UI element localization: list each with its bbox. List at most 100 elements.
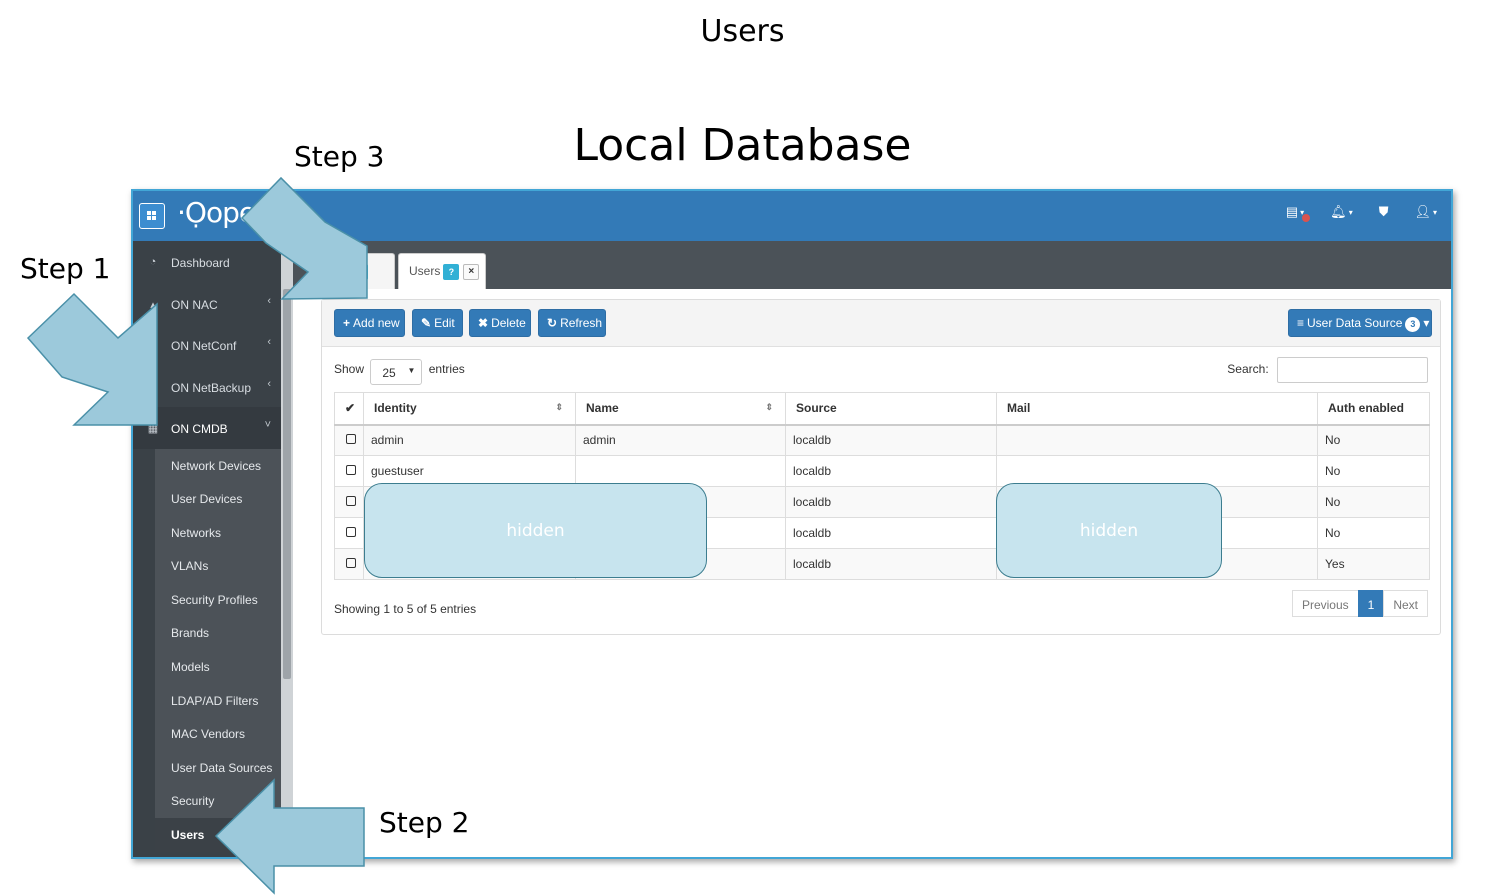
source-count-badge: 3 bbox=[1405, 317, 1421, 332]
tab-previous[interactable]: l? bbox=[335, 253, 395, 289]
refresh-icon: ↻ bbox=[547, 316, 558, 330]
sidebar-item-on-nac[interactable]: ▴ ON NAC ‹ bbox=[133, 283, 281, 325]
page-1-button[interactable]: 1 bbox=[1357, 590, 1385, 617]
plus-icon: + bbox=[343, 316, 351, 330]
sidebar-item-on-netbackup[interactable]: ▥ ON NetBackup ‹ bbox=[133, 366, 281, 408]
column-header-mail[interactable]: Mail bbox=[996, 392, 1318, 426]
submenu-item-brands[interactable]: Brands bbox=[155, 616, 281, 650]
row-select-cell bbox=[334, 455, 364, 487]
sidebar-item-on-netconf[interactable]: ▤ ON NetConf ‹ bbox=[133, 324, 281, 366]
tab-label: l bbox=[346, 264, 349, 279]
sidebar-scrollbar[interactable] bbox=[281, 241, 293, 857]
submenu-item-ldap-ad-filters[interactable]: LDAP/AD Filters bbox=[155, 684, 281, 718]
submenu-item-users[interactable]: Users bbox=[155, 818, 281, 852]
header-label: Name bbox=[586, 401, 619, 416]
slide-subtitle: Local Database bbox=[573, 120, 912, 171]
redaction-box-mail: hidden bbox=[996, 483, 1222, 578]
scrollbar-thumb[interactable] bbox=[283, 289, 291, 679]
graduation-cap-icon: ▴ bbox=[150, 298, 156, 311]
row-checkbox[interactable] bbox=[346, 465, 356, 475]
delete-button[interactable]: ✖ Delete bbox=[469, 309, 531, 337]
column-header-auth-enabled[interactable]: Auth enabled bbox=[1317, 392, 1430, 426]
submenu-item-user-data-sources[interactable]: User Data Sources bbox=[155, 751, 281, 785]
server-icon: ▤ bbox=[147, 340, 159, 352]
select-all-checkbox-header[interactable]: ✔ bbox=[334, 392, 364, 426]
previous-page-button[interactable]: Previous bbox=[1291, 590, 1359, 617]
cell-auth: No bbox=[1317, 424, 1430, 456]
sidebar-item-on-cmdb[interactable]: ▦ ON CMDB ˅ bbox=[133, 407, 281, 449]
database-icon: ≡ bbox=[1297, 316, 1305, 330]
submenu-item-mac-vendors[interactable]: MAC Vendors bbox=[155, 717, 281, 751]
user-data-source-button[interactable]: ≡ User Data Source 3 ▾ bbox=[1288, 309, 1432, 337]
submenu-item-models[interactable]: Models bbox=[155, 650, 281, 684]
row-checkbox[interactable] bbox=[346, 496, 356, 506]
search-control: Search: bbox=[1227, 357, 1428, 383]
refresh-button[interactable]: ↻ Refresh bbox=[538, 309, 606, 337]
top-navbar: ·Ọope ▤ ▾ 🔔︎ ▾ ⛊ 👤︎ ▾ bbox=[133, 191, 1451, 241]
table-row[interactable]: admin admin localdb No bbox=[334, 424, 1430, 456]
cell-auth: No bbox=[1317, 486, 1430, 518]
app-window: ·Ọope ▤ ▾ 🔔︎ ▾ ⛊ 👤︎ ▾ ◔ Dashboard ▴ ON NAC ‹ ▤ ON… bbox=[131, 189, 1453, 859]
button-label: Delete bbox=[491, 316, 526, 330]
slide: Users Local Database ·Ọope ▤ ▾ 🔔︎ ▾ ⛊ 👤︎ ▾ … bbox=[0, 0, 1485, 896]
cell-identity: admin bbox=[363, 424, 576, 456]
submenu-item-vlans[interactable]: VLANs bbox=[155, 549, 281, 583]
page-size-control: Show 25 ▼ entries bbox=[334, 357, 465, 385]
column-header-source[interactable]: Source bbox=[785, 392, 997, 426]
next-page-button[interactable]: Next bbox=[1383, 590, 1428, 617]
tab-label: Users bbox=[409, 264, 441, 279]
help-icon[interactable]: ? bbox=[443, 264, 460, 280]
cell-source: localdb bbox=[785, 548, 997, 580]
sidebar-item-label: ON NetConf bbox=[171, 339, 237, 353]
cell-auth: No bbox=[1317, 517, 1430, 549]
close-tab-icon[interactable]: × bbox=[463, 264, 480, 280]
table-summary: Showing 1 to 5 of 5 entries bbox=[334, 602, 477, 616]
shield-icon[interactable]: ⛊ bbox=[1379, 204, 1389, 220]
bell-icon[interactable]: 🔔︎ ▾ bbox=[1330, 204, 1353, 220]
entries-label: entries bbox=[428, 362, 465, 377]
add-new-button[interactable]: + Add new bbox=[334, 309, 405, 337]
sidebar-item-label: ON NetBackup bbox=[171, 380, 252, 395]
cell-source: localdb bbox=[785, 486, 997, 518]
tab-users[interactable]: Users? × bbox=[398, 253, 486, 289]
pagination: Previous 1 Next bbox=[1291, 590, 1428, 617]
row-checkbox[interactable] bbox=[346, 527, 356, 537]
submenu-item-network-devices[interactable]: Network Devices bbox=[155, 449, 281, 483]
column-header-name[interactable]: Name ⇕ bbox=[575, 392, 786, 426]
submenu-item-security-profiles[interactable]: Security Profiles bbox=[155, 583, 281, 617]
column-header-identity[interactable]: Identity ⇕ bbox=[363, 392, 576, 426]
notification-dot bbox=[1301, 214, 1310, 222]
sidebar-item-dashboard[interactable]: ◔ Dashboard bbox=[133, 241, 281, 283]
apps-grid-icon[interactable] bbox=[139, 203, 165, 229]
help-icon[interactable]: ? bbox=[351, 264, 368, 280]
row-checkbox[interactable] bbox=[346, 434, 356, 445]
table-icon: ▦ bbox=[147, 423, 159, 435]
tab-bar: l? Users? × bbox=[293, 241, 1451, 289]
page-size-select[interactable]: 25 ▼ bbox=[370, 359, 423, 385]
tasks-menu-icon[interactable]: ▤ ▾ bbox=[1286, 204, 1310, 222]
cell-source: localdb bbox=[785, 455, 997, 487]
chevron-left-icon: ‹ bbox=[267, 294, 271, 307]
cell-auth: No bbox=[1317, 455, 1430, 487]
cell-mail bbox=[996, 424, 1318, 456]
cell-name: admin bbox=[575, 424, 786, 456]
chevron-left-icon: ‹ bbox=[267, 336, 271, 348]
submenu-item-networks[interactable]: Networks bbox=[155, 516, 281, 550]
cell-source: localdb bbox=[785, 424, 997, 456]
edit-button[interactable]: ✎ Edit bbox=[412, 309, 463, 337]
submenu-item-security[interactable]: Security bbox=[155, 784, 281, 818]
sidebar: ◔ Dashboard ▴ ON NAC ‹ ▤ ON NetConf ‹ ▥ ON NetBac… bbox=[133, 241, 281, 857]
user-menu-icon[interactable]: 👤︎ ▾ bbox=[1414, 204, 1437, 220]
submenu-item-user-devices[interactable]: User Devices bbox=[155, 482, 281, 516]
row-select-cell bbox=[334, 517, 364, 549]
cell-identity: guestuser bbox=[363, 455, 576, 487]
row-checkbox[interactable] bbox=[346, 558, 356, 568]
search-input[interactable] bbox=[1277, 357, 1428, 383]
cell-source: localdb bbox=[785, 517, 997, 549]
cmdb-submenu: Network Devices User Devices Networks VLANs… bbox=[155, 448, 281, 852]
table-row[interactable]: guestuser localdb No bbox=[334, 455, 1430, 487]
pencil-icon: ✎ bbox=[421, 316, 432, 330]
step-1-label: Step 1 bbox=[20, 252, 111, 285]
sidebar-item-label: ON CMDB bbox=[171, 422, 228, 436]
row-select-cell bbox=[334, 548, 364, 580]
